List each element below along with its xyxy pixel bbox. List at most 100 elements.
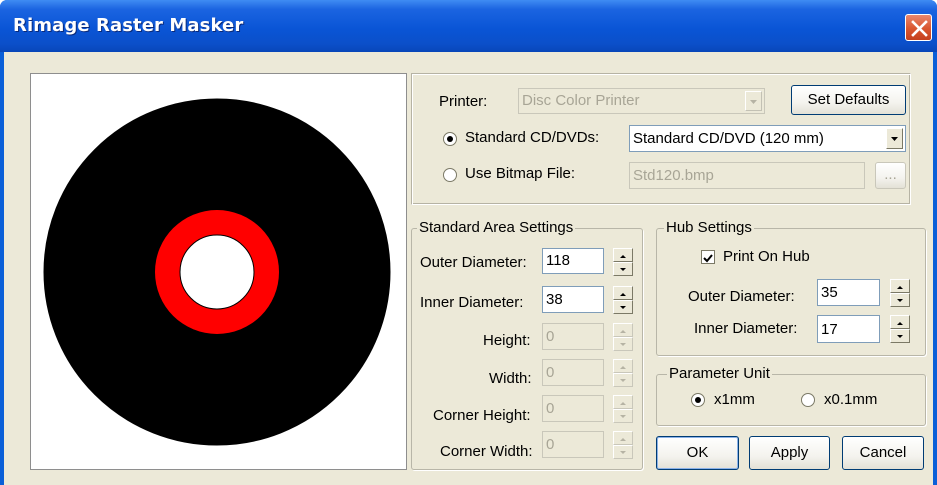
outer-diameter-value: 118 bbox=[546, 252, 570, 269]
unit-x1mm-label[interactable]: x1mm bbox=[714, 391, 755, 408]
hub-inner-diameter-input[interactable]: 17 bbox=[817, 315, 880, 343]
inner-diameter-input[interactable]: 38 bbox=[542, 286, 604, 313]
parameter-unit-title: Parameter Unit bbox=[667, 365, 772, 382]
hub-outer-diameter-input[interactable]: 35 bbox=[817, 279, 880, 306]
spin-down-icon bbox=[620, 268, 626, 271]
apply-button[interactable]: Apply bbox=[749, 436, 830, 470]
spin-down-icon bbox=[620, 379, 626, 382]
spin-down-button[interactable] bbox=[613, 337, 633, 351]
spin-down-button[interactable] bbox=[890, 329, 910, 343]
standard-cd-value: Standard CD/DVD (120 mm) bbox=[633, 130, 824, 147]
cancel-button[interactable]: Cancel bbox=[842, 436, 924, 470]
standard-cd-radio[interactable] bbox=[443, 132, 457, 146]
unit-x01mm-label[interactable]: x0.1mm bbox=[824, 391, 877, 408]
spin-down-button[interactable] bbox=[890, 293, 910, 307]
close-button[interactable] bbox=[905, 14, 932, 41]
inner-diameter-label: Inner Diameter: bbox=[420, 294, 524, 311]
printer-panel: Printer: Disc Color Printer Set Defaults… bbox=[411, 73, 911, 205]
hub-outer-diameter-spinner[interactable] bbox=[890, 279, 910, 307]
spin-down-icon bbox=[620, 415, 626, 418]
unit-x1mm-radio[interactable] bbox=[691, 393, 705, 407]
disc-preview bbox=[30, 73, 407, 470]
spin-down-icon bbox=[620, 451, 626, 454]
spin-up-icon bbox=[897, 286, 903, 289]
spin-up-icon bbox=[620, 366, 626, 369]
corner-height-label: Corner Height: bbox=[433, 407, 531, 424]
dialog-window: Rimage Raster Masker Printer: Disc Color… bbox=[0, 0, 937, 485]
spin-down-button[interactable] bbox=[613, 373, 633, 387]
bitmap-file-input[interactable]: Std120.bmp bbox=[629, 162, 865, 189]
height-input[interactable]: 0 bbox=[542, 323, 604, 350]
outer-diameter-label: Outer Diameter: bbox=[420, 254, 527, 271]
outer-diameter-input[interactable]: 118 bbox=[542, 248, 604, 274]
close-icon bbox=[911, 20, 928, 37]
corner-height-input[interactable]: 0 bbox=[542, 395, 604, 422]
spin-down-icon bbox=[620, 306, 626, 309]
spin-up-button[interactable] bbox=[890, 279, 910, 293]
spin-up-icon bbox=[620, 330, 626, 333]
print-on-hub-checkbox[interactable] bbox=[701, 250, 715, 264]
corner-height-spinner[interactable] bbox=[613, 395, 633, 423]
spin-down-button[interactable] bbox=[613, 445, 633, 459]
spin-down-icon bbox=[897, 299, 903, 302]
apply-label: Apply bbox=[770, 444, 809, 461]
inner-diameter-spinner[interactable] bbox=[613, 286, 633, 314]
corner-width-value: 0 bbox=[546, 436, 555, 453]
print-on-hub-label[interactable]: Print On Hub bbox=[723, 248, 810, 265]
printer-label: Printer: bbox=[439, 93, 488, 110]
disc-preview-image bbox=[43, 98, 391, 446]
spin-up-button[interactable] bbox=[613, 323, 633, 337]
corner-width-spinner[interactable] bbox=[613, 431, 633, 459]
spin-up-icon bbox=[620, 438, 626, 441]
width-input[interactable]: 0 bbox=[542, 359, 604, 386]
spin-up-button[interactable] bbox=[613, 431, 633, 445]
height-label: Height: bbox=[483, 332, 531, 349]
hub-settings-title: Hub Settings bbox=[664, 219, 754, 236]
printer-dropdown-button[interactable] bbox=[745, 91, 762, 111]
bitmap-file-value: Std120.bmp bbox=[633, 167, 714, 184]
spin-down-button[interactable] bbox=[613, 300, 633, 314]
spin-up-icon bbox=[620, 255, 626, 258]
radio-selected-dot bbox=[695, 397, 701, 403]
spin-down-button[interactable] bbox=[613, 262, 633, 276]
hub-inner-diameter-label: Inner Diameter: bbox=[694, 320, 798, 337]
browse-button[interactable]: ... bbox=[875, 162, 906, 189]
corner-width-input[interactable]: 0 bbox=[542, 431, 604, 458]
inner-diameter-value: 38 bbox=[546, 291, 563, 308]
spin-down-button[interactable] bbox=[613, 409, 633, 423]
set-defaults-button[interactable]: Set Defaults bbox=[791, 85, 906, 115]
spin-up-button[interactable] bbox=[613, 286, 633, 300]
hub-outer-diameter-label: Outer Diameter: bbox=[688, 288, 795, 305]
chevron-down-icon bbox=[891, 137, 898, 141]
hub-inner-diameter-spinner[interactable] bbox=[890, 315, 910, 343]
printer-select[interactable]: Disc Color Printer bbox=[518, 88, 765, 114]
outer-diameter-spinner[interactable] bbox=[613, 248, 633, 276]
width-value: 0 bbox=[546, 364, 555, 381]
spin-up-button[interactable] bbox=[613, 248, 633, 262]
standard-cd-label[interactable]: Standard CD/DVDs: bbox=[465, 129, 599, 146]
spin-up-icon bbox=[897, 322, 903, 325]
chevron-down-icon bbox=[750, 100, 757, 104]
bitmap-file-radio[interactable] bbox=[443, 168, 457, 182]
ok-button[interactable]: OK bbox=[656, 436, 739, 470]
ok-label: OK bbox=[686, 444, 709, 461]
height-spinner[interactable] bbox=[613, 323, 633, 351]
unit-x01mm-radio[interactable] bbox=[801, 393, 815, 407]
spin-up-button[interactable] bbox=[890, 315, 910, 329]
title-bar[interactable]: Rimage Raster Masker bbox=[0, 0, 937, 52]
spin-down-icon bbox=[897, 335, 903, 338]
standard-cd-dropdown-button[interactable] bbox=[886, 128, 903, 149]
bitmap-file-label[interactable]: Use Bitmap File: bbox=[465, 165, 575, 182]
dialog-body: Printer: Disc Color Printer Set Defaults… bbox=[4, 52, 933, 485]
standard-cd-select[interactable]: Standard CD/DVD (120 mm) bbox=[629, 125, 906, 152]
corner-width-label: Corner Width: bbox=[440, 443, 533, 460]
spin-up-icon bbox=[620, 402, 626, 405]
printer-value: Disc Color Printer bbox=[522, 92, 640, 109]
hub-settings-group: Hub Settings Print On Hub Outer Diameter… bbox=[656, 219, 926, 356]
width-spinner[interactable] bbox=[613, 359, 633, 387]
spin-up-button[interactable] bbox=[613, 359, 633, 373]
spin-up-button[interactable] bbox=[613, 395, 633, 409]
spin-down-icon bbox=[620, 343, 626, 346]
radio-selected-dot bbox=[447, 136, 453, 142]
corner-height-value: 0 bbox=[546, 400, 555, 417]
